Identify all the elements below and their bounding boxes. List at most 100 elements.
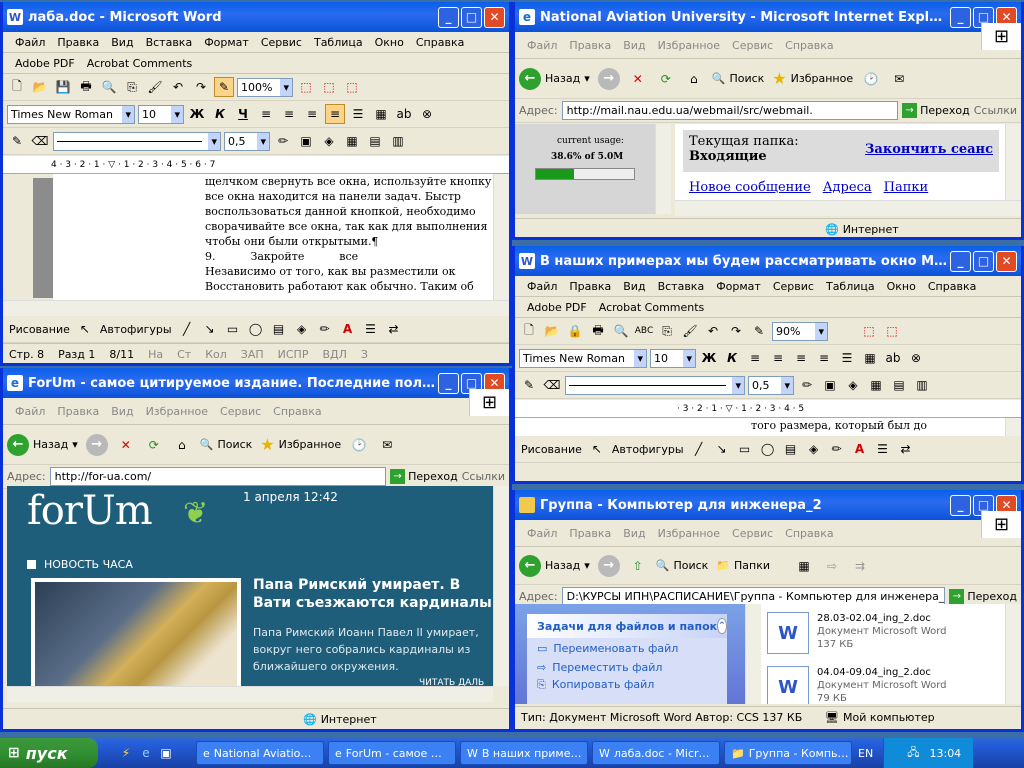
language-indicator[interactable]: EN (858, 747, 873, 760)
stop-icon[interactable]: ✕ (116, 435, 136, 455)
line-width-select[interactable]: 0,5 (224, 131, 270, 151)
split-cells-icon[interactable]: ▥ (388, 131, 408, 151)
links-label[interactable]: Ссылки (974, 104, 1021, 117)
pdf-mail-icon[interactable]: ⬚ (319, 77, 339, 97)
menu-insert[interactable]: Вставка (140, 36, 199, 49)
menu-view[interactable]: Вид (617, 527, 651, 540)
search-button[interactable]: 🔍 Поиск (656, 559, 709, 572)
word-titlebar[interactable]: W лаба.doc - Microsoft Word _ □ ✕ (3, 2, 509, 32)
menu-favorites[interactable]: Избранное (140, 405, 214, 418)
menu-adobe-pdf[interactable]: Adobe PDF (521, 301, 593, 314)
main-frame-hscrollbar[interactable] (675, 200, 1021, 216)
pdf-icon[interactable]: ⬚ (296, 77, 316, 97)
borders-icon[interactable]: ▦ (371, 104, 391, 124)
shading-icon[interactable]: ◈ (319, 131, 339, 151)
menu-window[interactable]: Окно (881, 280, 922, 293)
taskbar-button-nau[interactable]: e National Aviatio… (196, 741, 324, 765)
justify-icon[interactable]: ≡ (325, 104, 345, 124)
minimize-button[interactable]: _ (950, 6, 971, 28)
new-message-link[interactable]: Новое сообщение (689, 180, 811, 195)
copy-icon[interactable]: ⎘ (122, 77, 142, 97)
go-button[interactable]: Переход (390, 469, 458, 484)
align-left-icon[interactable]: ≡ (745, 348, 765, 368)
print-icon[interactable]: 🖶 (76, 77, 96, 97)
up-folder-icon[interactable]: ⇧ (628, 556, 648, 576)
line-style-icon[interactable]: ☰ (873, 439, 893, 459)
insert-table-icon[interactable]: ▦ (866, 375, 886, 395)
menu-help[interactable]: Справка (922, 280, 982, 293)
highlight-icon[interactable]: ab (883, 348, 903, 368)
minimize-button[interactable]: _ (950, 494, 971, 516)
menu-format[interactable]: Формат (710, 280, 767, 293)
go-button[interactable]: Переход (902, 103, 970, 118)
align-left-icon[interactable]: ≡ (256, 104, 276, 124)
research-icon[interactable]: ⊗ (906, 348, 926, 368)
menu-table[interactable]: Таблица (308, 36, 369, 49)
explorer-window[interactable]: Группа - Компьютер для инженера_2 _ □ ✕ … (512, 490, 1024, 732)
move-to-icon[interactable]: ⇨ (822, 556, 842, 576)
borders-icon[interactable]: ▦ (860, 348, 880, 368)
tasks-header[interactable]: Задачи для файлов и папок ⌃ (527, 614, 727, 638)
menu-view[interactable]: Вид (617, 280, 651, 293)
forward-button[interactable]: → (597, 554, 620, 577)
ie-titlebar[interactable]: e ForUm - самое цитируемое издание. Посл… (3, 368, 509, 398)
go-button[interactable]: Переход (949, 589, 1021, 604)
line-color-icon[interactable]: ✏ (827, 439, 847, 459)
menu-edit[interactable]: Правка (563, 39, 617, 52)
task-item[interactable]: ⎘ Копировать файл (527, 676, 727, 694)
back-button[interactable]: ← Назад ▾ (7, 433, 78, 456)
shading-icon[interactable]: ◈ (843, 375, 863, 395)
draw-table-icon[interactable]: ✎ (519, 375, 539, 395)
drawing-toggle-icon[interactable]: ✎ (214, 77, 234, 97)
minimize-button[interactable]: _ (438, 372, 459, 394)
collapse-chevron-icon[interactable]: ⌃ (717, 618, 727, 634)
clock[interactable]: 13:04 (929, 747, 961, 760)
rectangle-icon[interactable]: ▭ (223, 319, 243, 339)
status-rec[interactable]: ЗАП (241, 348, 264, 361)
oval-icon[interactable]: ◯ (246, 319, 266, 339)
menu-view[interactable]: Вид (105, 36, 139, 49)
quicklaunch-ie-icon[interactable]: e (136, 743, 156, 763)
address-input[interactable]: http://for-ua.com/ (49, 467, 387, 486)
taskbar-button-word-examples[interactable]: WВ наших приме… (460, 741, 588, 765)
quicklaunch-icon[interactable]: ⚡ (116, 743, 136, 763)
menu-tools[interactable]: Сервис (726, 527, 779, 540)
status-ovr[interactable]: З (361, 348, 368, 361)
horizontal-ruler[interactable]: 4 · 3 · 2 · 1 · ▽ · 1 · 2 · 3 · 4 · 5 · … (3, 156, 509, 174)
align-center-icon[interactable]: ≡ (279, 104, 299, 124)
font-select[interactable]: Times New Roman (7, 104, 135, 124)
addresses-link[interactable]: Адреса (823, 180, 872, 195)
align-right-icon[interactable]: ≡ (302, 104, 322, 124)
menu-file[interactable]: Файл (521, 280, 563, 293)
news-photo[interactable] (31, 578, 241, 686)
numbering-icon[interactable]: ☰ (348, 104, 368, 124)
pdf-review-icon[interactable]: ⬚ (342, 77, 362, 97)
drawing-menu[interactable]: Рисование (519, 443, 584, 456)
pdf-icon[interactable]: ⬚ (859, 321, 879, 341)
word-window-examples[interactable]: W В наших примерах мы будем рассматриват… (512, 246, 1024, 484)
folders-link[interactable]: Папки (884, 180, 929, 195)
menu-favorites[interactable]: Избранное (652, 527, 726, 540)
maximize-button[interactable]: □ (461, 6, 482, 28)
menu-tools[interactable]: Сервис (255, 36, 308, 49)
taskbar-button-forum[interactable]: e ForUm - самое … (328, 741, 456, 765)
bold-button[interactable]: Ж (187, 104, 207, 124)
border-color-icon[interactable]: ✏ (797, 375, 817, 395)
search-button[interactable]: 🔍 Поиск (712, 72, 765, 85)
main-frame-scrollbar[interactable] (1005, 124, 1021, 200)
justify-icon[interactable]: ≡ (814, 348, 834, 368)
highlight-icon[interactable]: ab (394, 104, 414, 124)
menu-help[interactable]: Справка (267, 405, 327, 418)
file-item[interactable]: W 28.03-02.04_ing_2.doc Документ Microso… (767, 612, 947, 654)
arrow-style-icon[interactable]: ⇄ (896, 439, 916, 459)
menu-insert[interactable]: Вставка (652, 280, 711, 293)
start-button[interactable]: ⊞ пуск (0, 738, 98, 768)
rectangle-icon[interactable]: ▭ (735, 439, 755, 459)
refresh-icon[interactable]: ⟳ (144, 435, 164, 455)
news-headline[interactable]: Папа Римский умирает. В Вати съезжаются … (253, 576, 493, 612)
line-style-icon[interactable]: ☰ (361, 319, 381, 339)
font-select[interactable]: Times New Roman (519, 348, 647, 368)
autoshapes-menu[interactable]: Автофигуры (98, 323, 174, 336)
history-icon[interactable]: 🕑 (349, 435, 369, 455)
file-item[interactable]: W 04.04-09.04_ing_2.doc Документ Microso… (767, 666, 947, 704)
